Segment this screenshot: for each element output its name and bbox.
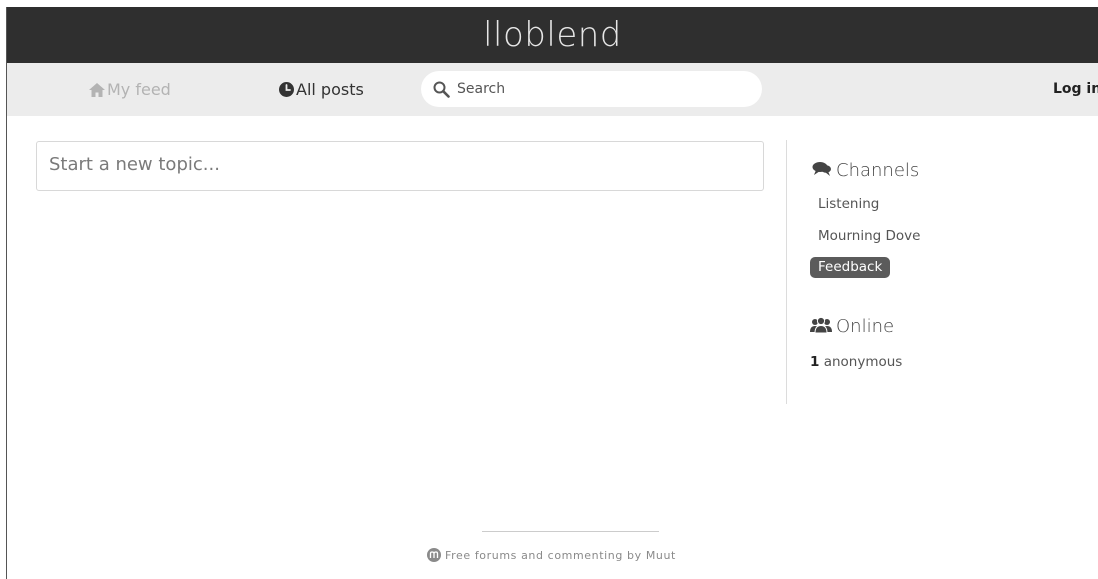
footer-text: Free forums and commenting by Muut bbox=[445, 549, 676, 562]
muut-logo-icon bbox=[427, 548, 441, 562]
search-icon bbox=[433, 81, 450, 98]
home-icon bbox=[89, 83, 105, 97]
online-count-label: anonymous bbox=[819, 354, 903, 370]
site-title[interactable]: lloblend bbox=[483, 7, 622, 63]
forum-page: lloblend My feed All posts Log in Start … bbox=[7, 7, 1098, 579]
all-posts-label: All posts bbox=[296, 80, 364, 99]
online-count-number: 1 bbox=[810, 354, 820, 370]
new-topic-placeholder: Start a new topic... bbox=[49, 154, 220, 175]
channels-title: Channels bbox=[836, 160, 920, 181]
search-input[interactable] bbox=[457, 71, 747, 107]
online-users: 1 anonymous bbox=[810, 354, 902, 370]
channel-mourning-dove[interactable]: Mourning Dove bbox=[818, 228, 920, 244]
nav-bar: My feed All posts Log in bbox=[7, 63, 1098, 116]
login-link[interactable]: Log in bbox=[1053, 63, 1098, 116]
users-icon bbox=[810, 316, 832, 334]
online-title: Online bbox=[836, 316, 895, 337]
sidebar-divider bbox=[786, 140, 787, 404]
search-box[interactable] bbox=[421, 71, 762, 107]
my-feed-link[interactable]: My feed bbox=[89, 63, 171, 116]
clock-icon bbox=[279, 82, 294, 97]
new-topic-input[interactable]: Start a new topic... bbox=[36, 141, 764, 191]
all-posts-link[interactable]: All posts bbox=[279, 63, 364, 116]
footer-credit[interactable]: Free forums and commenting by Muut bbox=[427, 548, 676, 562]
channel-feedback[interactable]: Feedback bbox=[810, 257, 891, 278]
footer-divider bbox=[482, 531, 659, 532]
online-heading: Online bbox=[810, 316, 894, 337]
chat-bubbles-icon bbox=[812, 162, 831, 176]
site-header: lloblend bbox=[7, 7, 1098, 63]
channel-listening[interactable]: Listening bbox=[818, 196, 879, 212]
my-feed-label: My feed bbox=[107, 80, 171, 99]
channels-heading: Channels bbox=[812, 160, 919, 181]
